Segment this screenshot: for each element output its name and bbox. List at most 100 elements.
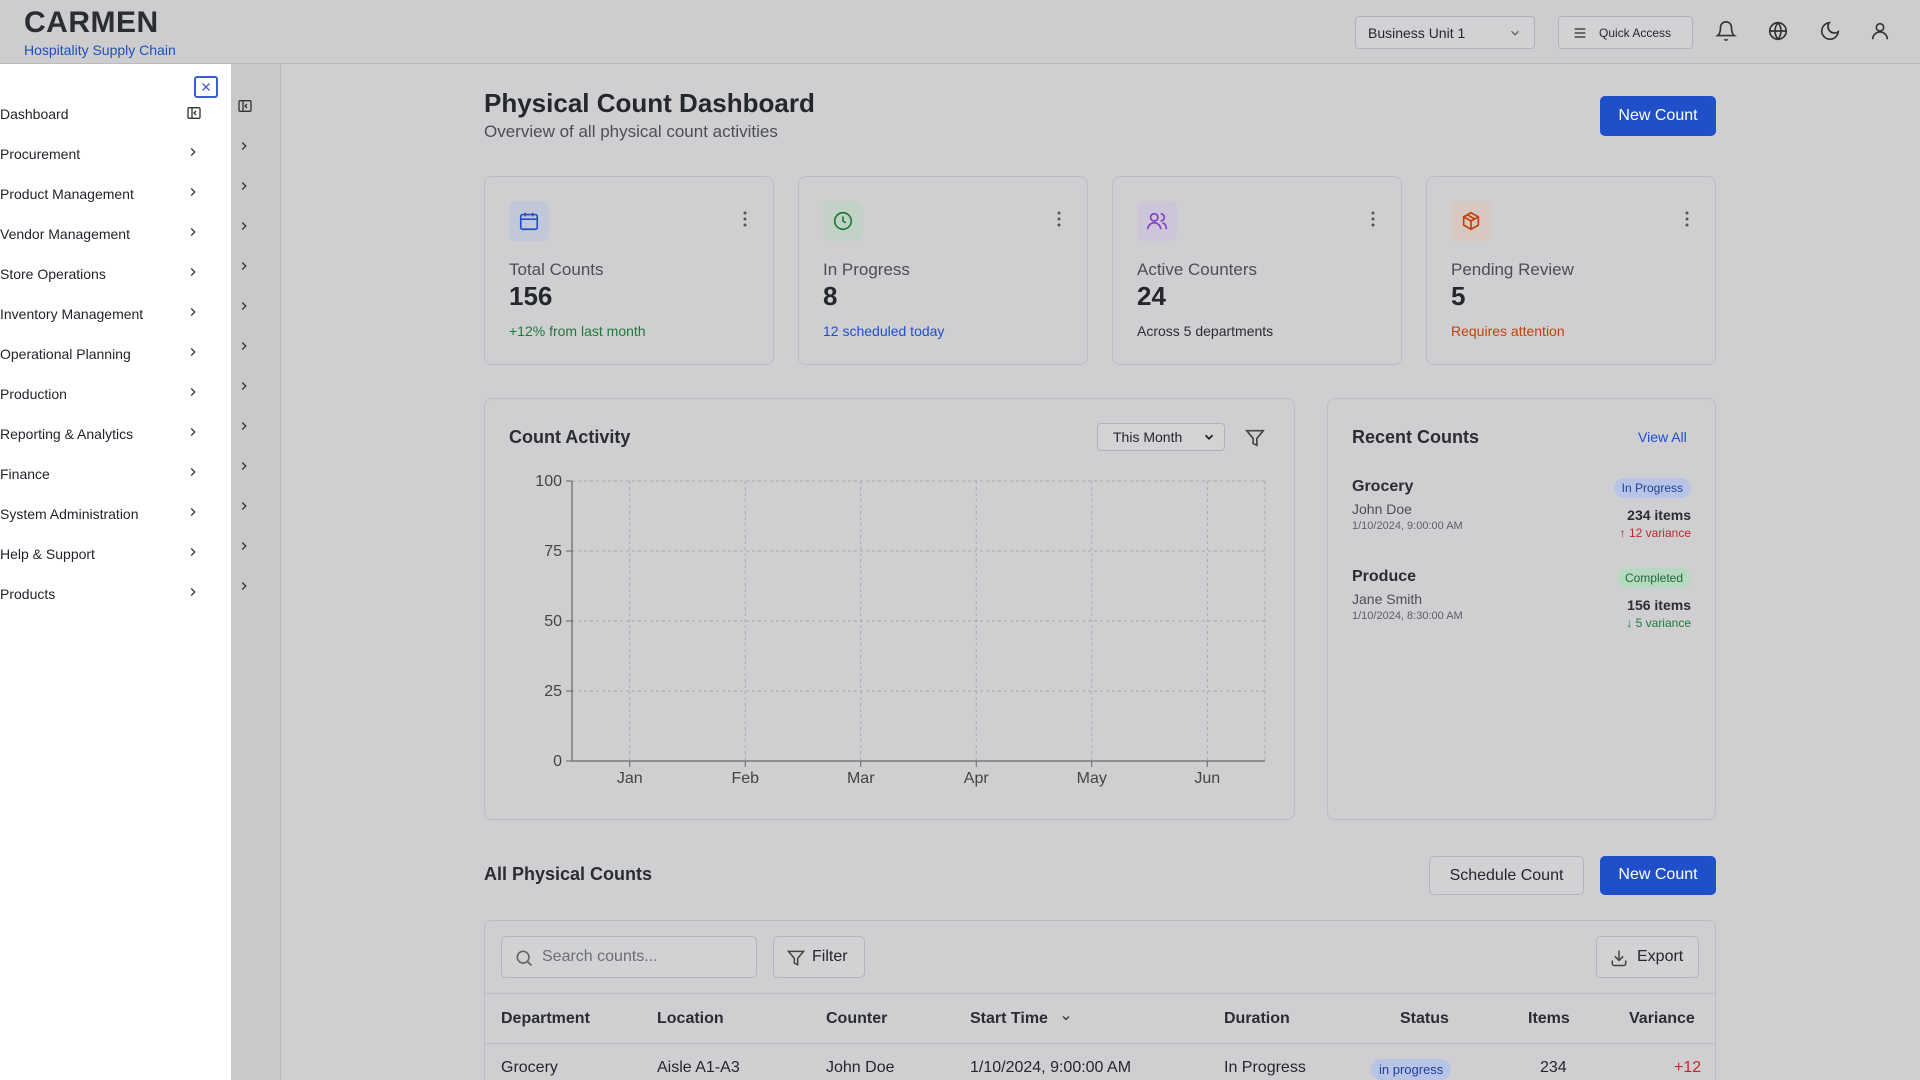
chevron-right-icon[interactable] [237,539,251,553]
chevron-right-icon[interactable] [237,419,251,433]
sidebar-item-vendor-management[interactable]: Vendor Management [0,214,231,254]
chevron-right-icon [190,308,196,316]
schedule-count-button[interactable]: Schedule Count [1429,856,1584,895]
count-activity-title: Count Activity [509,427,631,447]
recent-dept: Grocery [1352,478,1414,495]
new-count-button-secondary[interactable]: New Count [1600,856,1716,895]
column-header-counter[interactable]: Counter [826,1010,887,1028]
chevron-right-icon[interactable] [237,579,251,593]
stat-note: +12% from last month [509,323,646,339]
search-box[interactable] [501,936,757,978]
cell-duration: In Progress [1224,1059,1306,1076]
search-input[interactable] [542,945,742,969]
close-icon [202,83,210,91]
quick-access-button[interactable]: Quick Access [1558,16,1693,49]
column-header-variance[interactable]: Variance [1629,1010,1695,1028]
chevron-right-icon[interactable] [237,219,251,233]
sidebar-item-help-support[interactable]: Help & Support [0,534,231,574]
chevron-right-icon [190,428,196,436]
chevron-right-icon[interactable] [237,339,251,353]
chevron-right-icon[interactable] [237,379,251,393]
chevron-right-icon[interactable] [237,259,251,273]
sidebar-item-label: Inventory Management [0,306,144,322]
new-count-button[interactable]: New Count [1600,96,1716,136]
sidebar-item-label: Operational Planning [0,346,131,362]
filter-icon[interactable] [1244,427,1266,449]
y-tick-label: 0 [553,753,562,770]
column-header-department[interactable]: Department [501,1010,590,1028]
sidebar: Dashboard Procurement Product Management… [0,64,231,1080]
view-all-link[interactable]: View All [1638,429,1687,445]
stat-icon-box [1451,201,1491,241]
y-tick-label: 100 [535,473,562,490]
more-vertical-icon[interactable] [1685,211,1689,227]
menu-icon [1574,28,1586,38]
stat-card-in-progress: In Progress 8 12 scheduled today [798,176,1088,365]
bell-icon[interactable] [1715,20,1737,42]
cell-department: Grocery [501,1059,558,1076]
column-header-items[interactable]: Items [1528,1010,1570,1028]
column-header-status[interactable]: Status [1400,1010,1449,1028]
sidebar-item-label: Product Management [0,186,134,202]
stat-note: 12 scheduled today [823,323,945,339]
sidebar-item-label: Reporting & Analytics [0,426,134,442]
chevron-right-icon [190,468,196,476]
chevron-right-icon[interactable] [237,459,251,473]
sidebar-item-production[interactable]: Production [0,374,231,414]
collapsed-nav-rail [231,64,281,1080]
sidebar-item-finance[interactable]: Finance [0,454,231,494]
page-subtitle: Overview of all physical count activitie… [484,122,778,141]
recent-variance: ↑ 12 variance [1619,526,1691,540]
calendar-icon [519,212,539,231]
cell-items: 234 [1540,1059,1567,1076]
recent-time: 1/10/2024, 9:00:00 AM [1352,520,1463,532]
cell-counter: John Doe [826,1059,895,1076]
column-header-location[interactable]: Location [657,1010,724,1028]
column-header-label: Start Time [970,1010,1048,1027]
business-unit-select[interactable]: Business Unit 1 [1355,16,1535,49]
package-icon [1462,211,1480,231]
chevron-right-icon[interactable] [237,499,251,513]
export-button[interactable]: Export [1596,936,1699,978]
all-counts-title: All Physical Counts [484,864,653,884]
sidebar-item-label: Finance [0,466,50,482]
period-select[interactable]: This Month [1097,423,1225,451]
chevron-right-icon[interactable] [237,139,251,153]
stat-label: In Progress [823,260,910,279]
sidebar-item-inventory-management[interactable]: Inventory Management [0,294,231,334]
sidebar-item-product-management[interactable]: Product Management [0,174,231,214]
more-vertical-icon[interactable] [1057,211,1061,227]
more-vertical-icon[interactable] [743,211,747,227]
sidebar-item-operational-planning[interactable]: Operational Planning [0,334,231,374]
recent-counter: John Doe [1352,501,1412,517]
stat-value: 8 [823,281,838,311]
more-vertical-icon[interactable] [1371,211,1375,227]
chevron-down-icon [1204,434,1214,440]
sidebar-item-store-operations[interactable]: Store Operations [0,254,231,294]
sidebar-toggle-icon[interactable] [237,98,253,114]
clock-icon [833,211,853,231]
sidebar-item-products[interactable]: Products [0,574,231,614]
sidebar-item-system-administration[interactable]: System Administration [0,494,231,534]
sidebar-item-procurement[interactable]: Procurement [0,134,231,174]
sidebar-item-label: Store Operations [0,266,106,282]
recent-items-count: 156 items [1627,597,1691,613]
sidebar-toggle-icon[interactable] [186,105,202,121]
stat-label: Pending Review [1451,260,1574,279]
globe-icon[interactable] [1767,20,1789,42]
chevron-right-icon[interactable] [237,179,251,193]
sidebar-item-reporting-analytics[interactable]: Reporting & Analytics [0,414,231,454]
cell-variance: +12 [1674,1059,1702,1076]
moon-icon[interactable] [1819,20,1841,42]
filter-button[interactable]: Filter [773,936,865,978]
chevron-right-icon [190,508,196,516]
stat-card-pending-review: Pending Review 5 Requires attention [1426,176,1716,365]
column-header-start-time[interactable]: Start Time [970,1010,1070,1028]
filter-label: Filter [812,948,848,965]
stat-icon-box [823,201,863,241]
sidebar-item-dashboard[interactable]: Dashboard [0,94,231,134]
user-icon[interactable] [1869,20,1891,42]
chevron-right-icon[interactable] [237,299,251,313]
search-icon [516,950,533,967]
column-header-duration[interactable]: Duration [1224,1010,1290,1028]
